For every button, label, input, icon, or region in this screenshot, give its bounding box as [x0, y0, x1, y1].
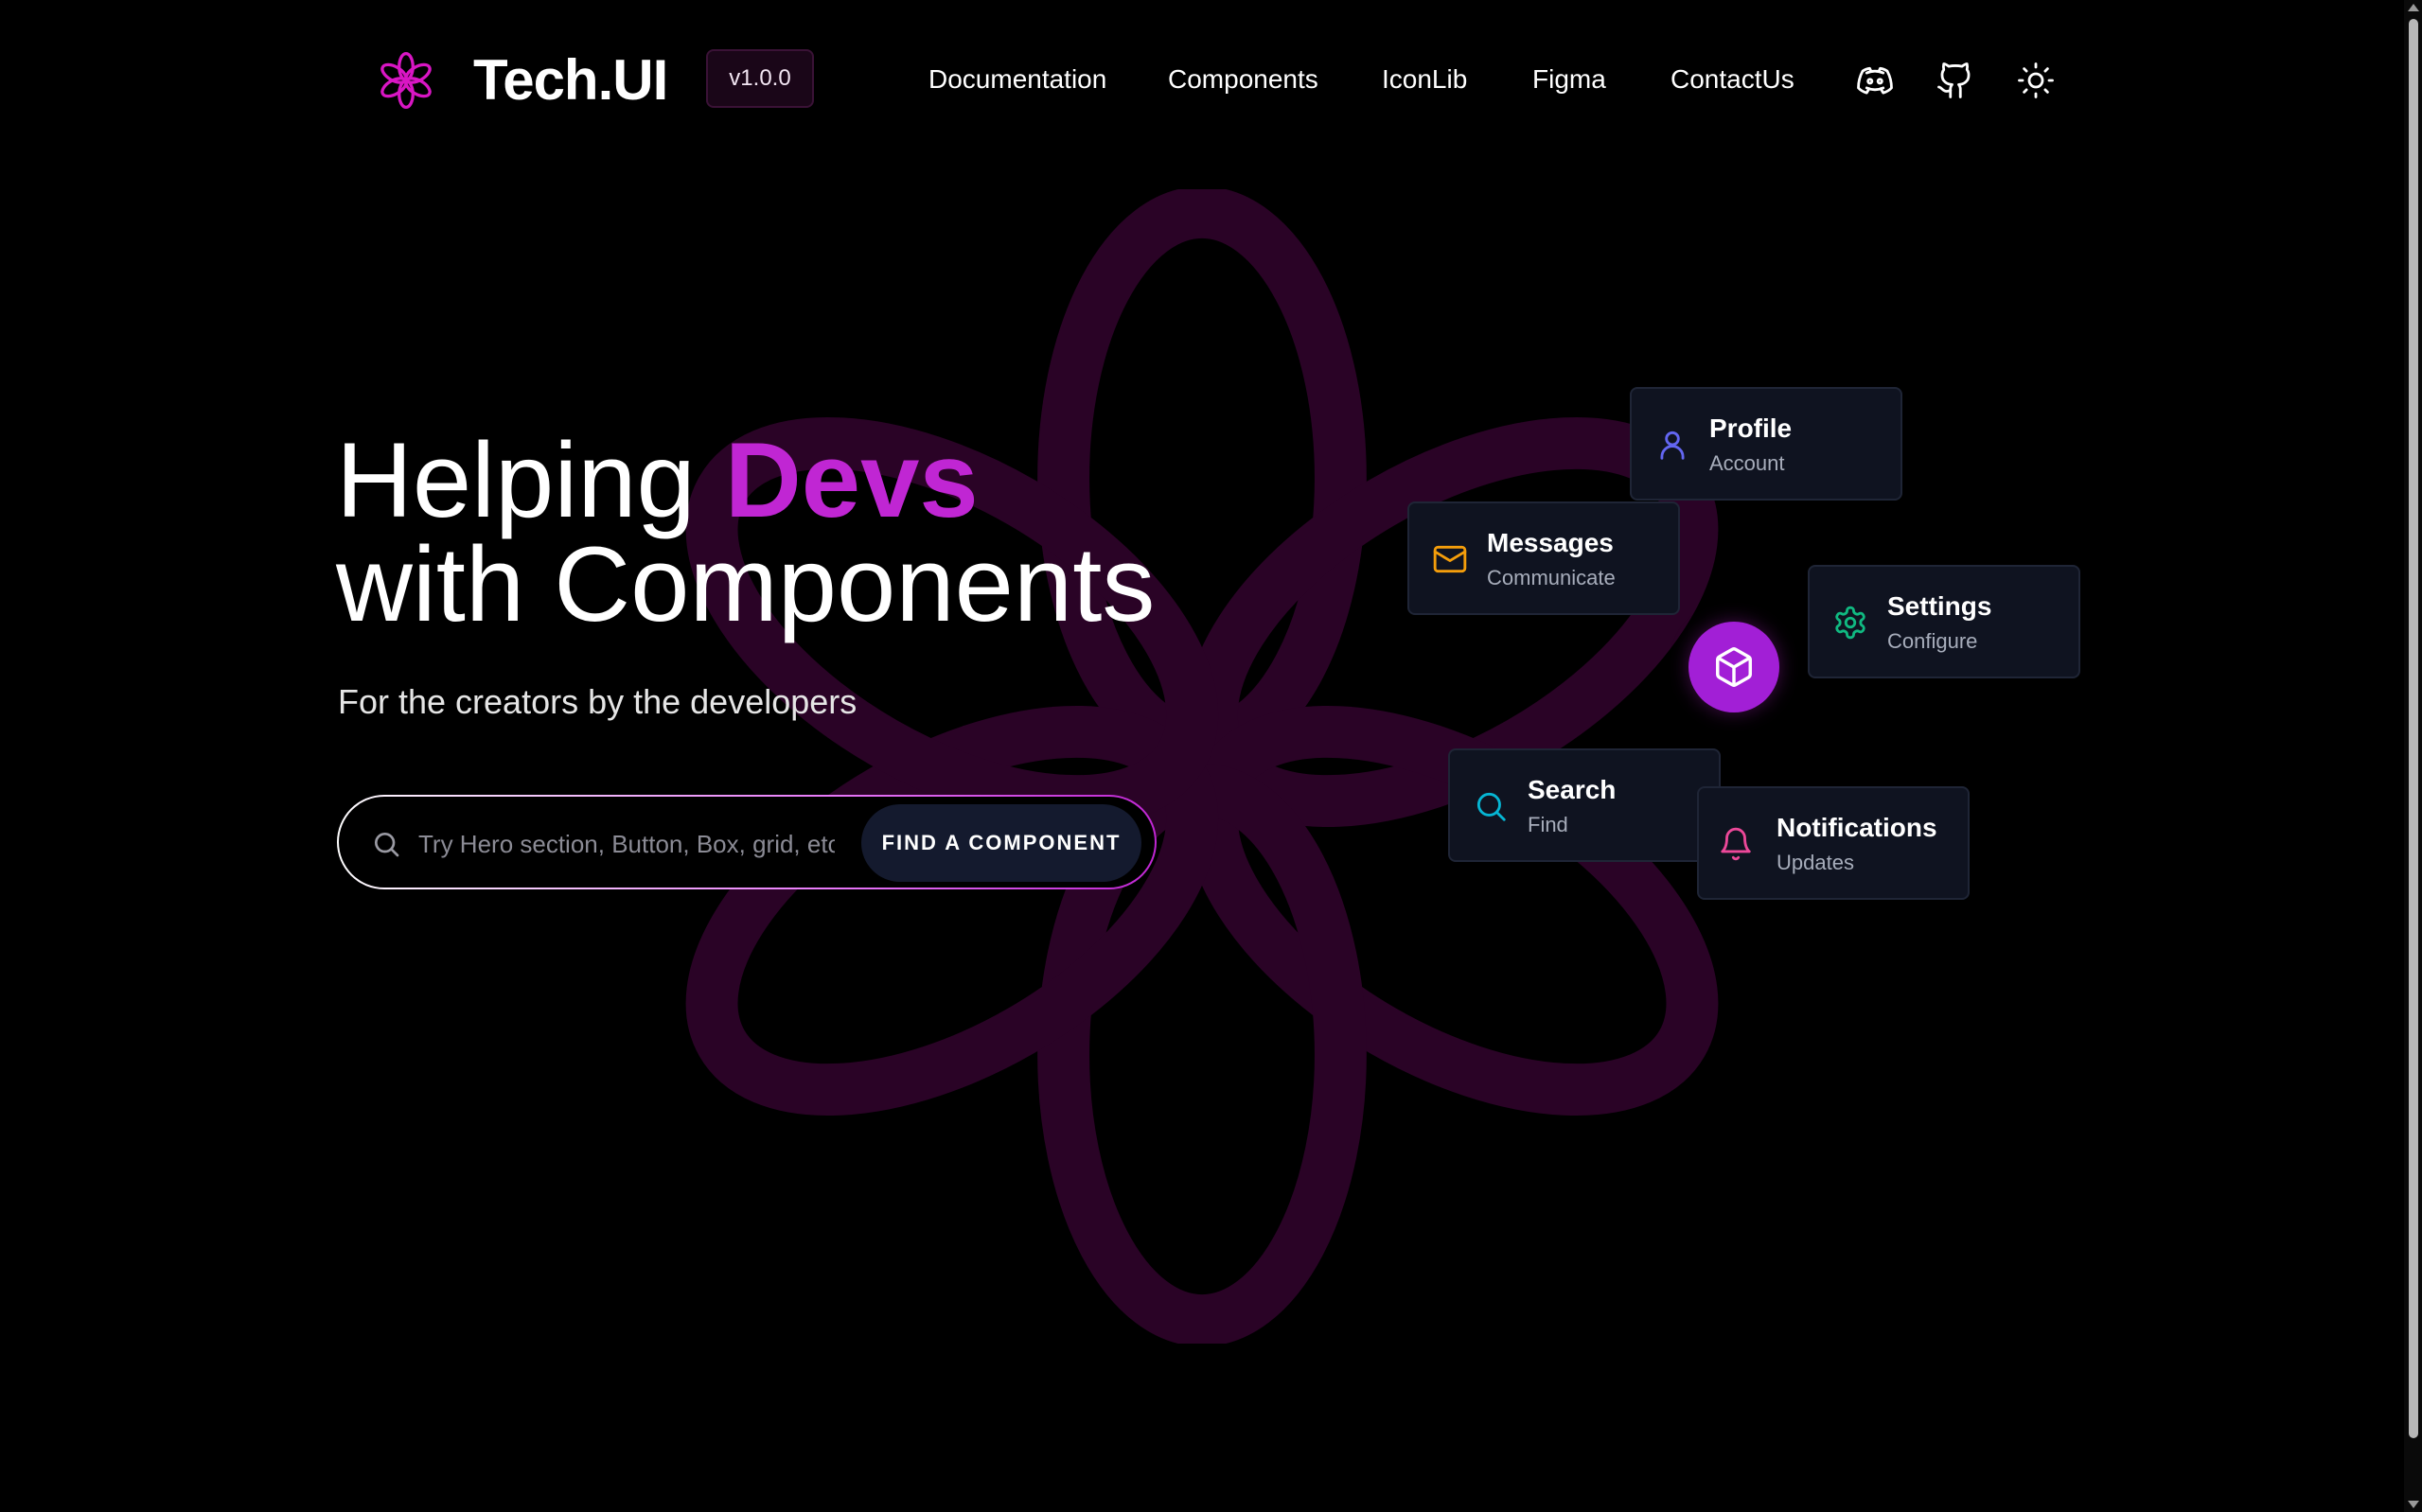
nav-iconlib[interactable]: IconLib — [1382, 59, 1467, 100]
page: Tech.UI v1.0.0 Documentation Components … — [0, 0, 2422, 1512]
card-subtitle: Updates — [1777, 851, 1854, 874]
cube-icon — [1716, 647, 1752, 687]
hero-title-prefix: Helping — [336, 421, 725, 539]
nav-components[interactable]: Components — [1168, 59, 1318, 100]
hero-title-line2: with Components — [336, 525, 1156, 643]
scroll-thumb[interactable] — [2409, 19, 2418, 1438]
gear-icon — [1835, 606, 1865, 640]
card-title: Profile — [1709, 413, 1793, 443]
card-subtitle: Find — [1528, 813, 1568, 836]
hero-title-accent: Devs — [724, 421, 979, 539]
github-icon[interactable] — [1936, 61, 1975, 100]
mail-icon — [1433, 545, 1467, 573]
card-title: Search — [1528, 775, 1617, 804]
card-title: Settings — [1887, 591, 1992, 621]
card-title: Notifications — [1777, 813, 1937, 842]
card-title: Messages — [1487, 528, 1614, 557]
nav-figma[interactable]: Figma — [1532, 59, 1606, 100]
component-search-bar: FIND A COMPONENT — [337, 795, 1157, 889]
flower-logo-icon[interactable] — [375, 49, 437, 112]
card-messages[interactable]: Messages Communicate — [1407, 501, 1680, 615]
scroll-down-arrow-icon[interactable] — [2408, 1501, 2419, 1508]
user-icon — [1660, 431, 1685, 460]
hero-tagline: For the creators by the developers — [338, 682, 857, 721]
search-icon — [375, 833, 399, 857]
bell-icon — [1721, 827, 1751, 861]
search-icon — [1476, 792, 1506, 821]
card-settings[interactable]: Settings Configure — [1808, 565, 2080, 678]
card-subtitle: Configure — [1887, 629, 1978, 653]
sun-icon[interactable] — [2016, 61, 2056, 100]
card-search[interactable]: Search Find — [1448, 748, 1721, 862]
card-subtitle: Account — [1709, 451, 1785, 475]
scroll-up-arrow-icon[interactable] — [2408, 4, 2419, 11]
card-notifications[interactable]: Notifications Updates — [1697, 786, 1970, 900]
card-subtitle: Communicate — [1487, 566, 1616, 589]
center-cube-button[interactable] — [1688, 622, 1779, 712]
find-component-button[interactable]: FIND A COMPONENT — [861, 804, 1141, 882]
nav-documentation[interactable]: Documentation — [928, 59, 1106, 100]
top-navbar: Tech.UI v1.0.0 Documentation Components … — [0, 0, 2404, 161]
card-profile[interactable]: Profile Account — [1630, 387, 1902, 501]
version-badge: v1.0.0 — [706, 49, 814, 108]
hero-title-line1: Helping Devs — [336, 428, 979, 534]
nav-contactus[interactable]: ContactUs — [1671, 59, 1794, 100]
discord-icon[interactable] — [1855, 61, 1895, 100]
search-input[interactable] — [416, 819, 837, 869]
brand-name[interactable]: Tech.UI — [473, 47, 668, 114]
page-scrollbar[interactable] — [2404, 0, 2422, 1512]
